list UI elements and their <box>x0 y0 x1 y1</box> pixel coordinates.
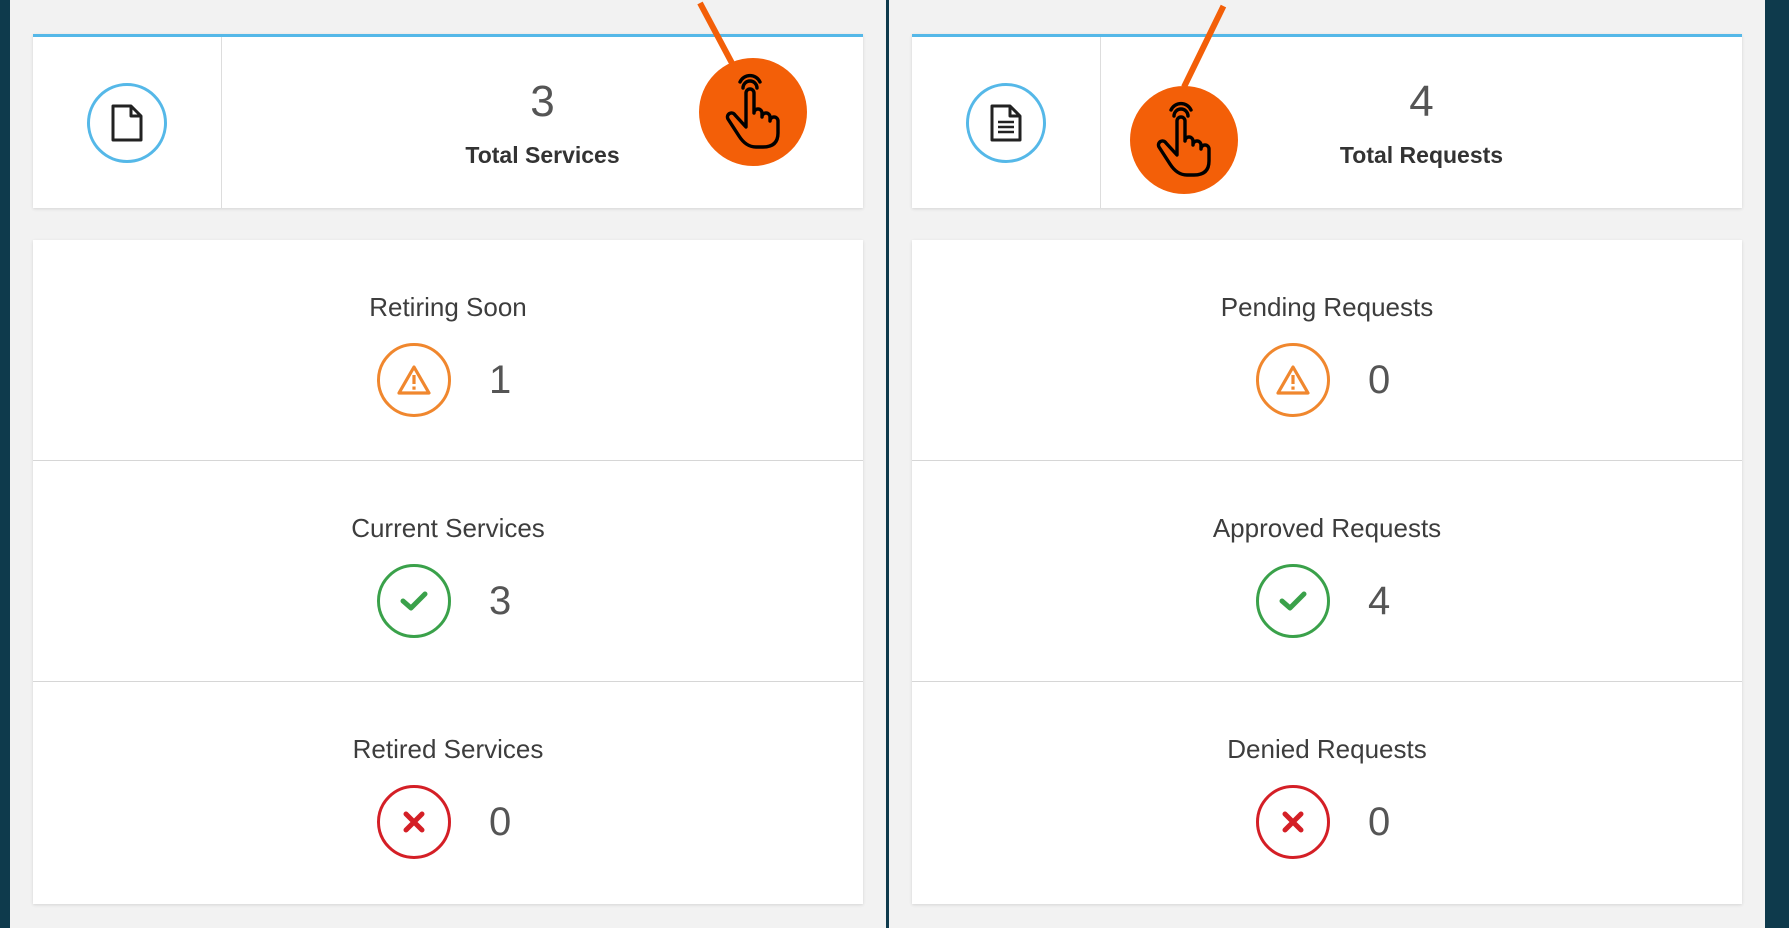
check-icon <box>377 564 451 638</box>
tap-hand-icon <box>1130 86 1238 194</box>
stat-row-retiring-soon[interactable]: Retiring Soon 1 <box>33 240 863 461</box>
total-services-icon-cell <box>33 37 222 208</box>
stat-label: Retired Services <box>352 734 544 764</box>
close-icon <box>1256 785 1330 859</box>
stat-value: 0 <box>489 799 512 844</box>
total-requests-card[interactable]: 4 Total Requests <box>912 34 1742 208</box>
stat-row-approved-requests[interactable]: Approved Requests 4 <box>912 461 1742 682</box>
document-text-icon <box>966 82 1046 163</box>
stat-label: Current Services <box>351 513 545 543</box>
services-stat-list: Retiring Soon 1 Current Services 3 Retir… <box>33 240 863 904</box>
close-icon <box>377 785 451 859</box>
stat-row-pending-requests[interactable]: Pending Requests 0 <box>912 240 1742 461</box>
requests-stat-list: Pending Requests 0 Approved Requests 4 D… <box>912 240 1742 904</box>
stat-label: Approved Requests <box>1212 513 1442 543</box>
check-icon <box>1256 564 1330 638</box>
stat-value: 1 <box>489 357 512 402</box>
stat-value: 3 <box>489 578 512 623</box>
requests-panel: 4 Total Requests Pending Requests 0 Appr… <box>889 0 1765 928</box>
file-icon <box>87 82 167 163</box>
stat-label: Pending Requests <box>1220 292 1434 322</box>
total-requests-label: Total Requests <box>1339 142 1504 168</box>
stat-row-current-services[interactable]: Current Services 3 <box>33 461 863 682</box>
stat-label: Denied Requests <box>1227 734 1427 764</box>
total-services-label: Total Services <box>465 142 620 168</box>
warning-icon <box>377 343 451 417</box>
stat-row-denied-requests[interactable]: Denied Requests 0 <box>912 682 1742 904</box>
stat-row-retired-services[interactable]: Retired Services 0 <box>33 682 863 904</box>
total-requests-icon-cell <box>912 37 1101 208</box>
stat-label: Retiring Soon <box>369 292 527 322</box>
stat-value: 0 <box>1368 799 1391 844</box>
stat-value: 0 <box>1368 357 1391 402</box>
total-services-count: 3 <box>530 77 555 126</box>
tap-hand-icon <box>699 58 807 166</box>
stat-value: 4 <box>1368 578 1391 623</box>
total-requests-count: 4 <box>1409 77 1434 126</box>
warning-icon <box>1256 343 1330 417</box>
